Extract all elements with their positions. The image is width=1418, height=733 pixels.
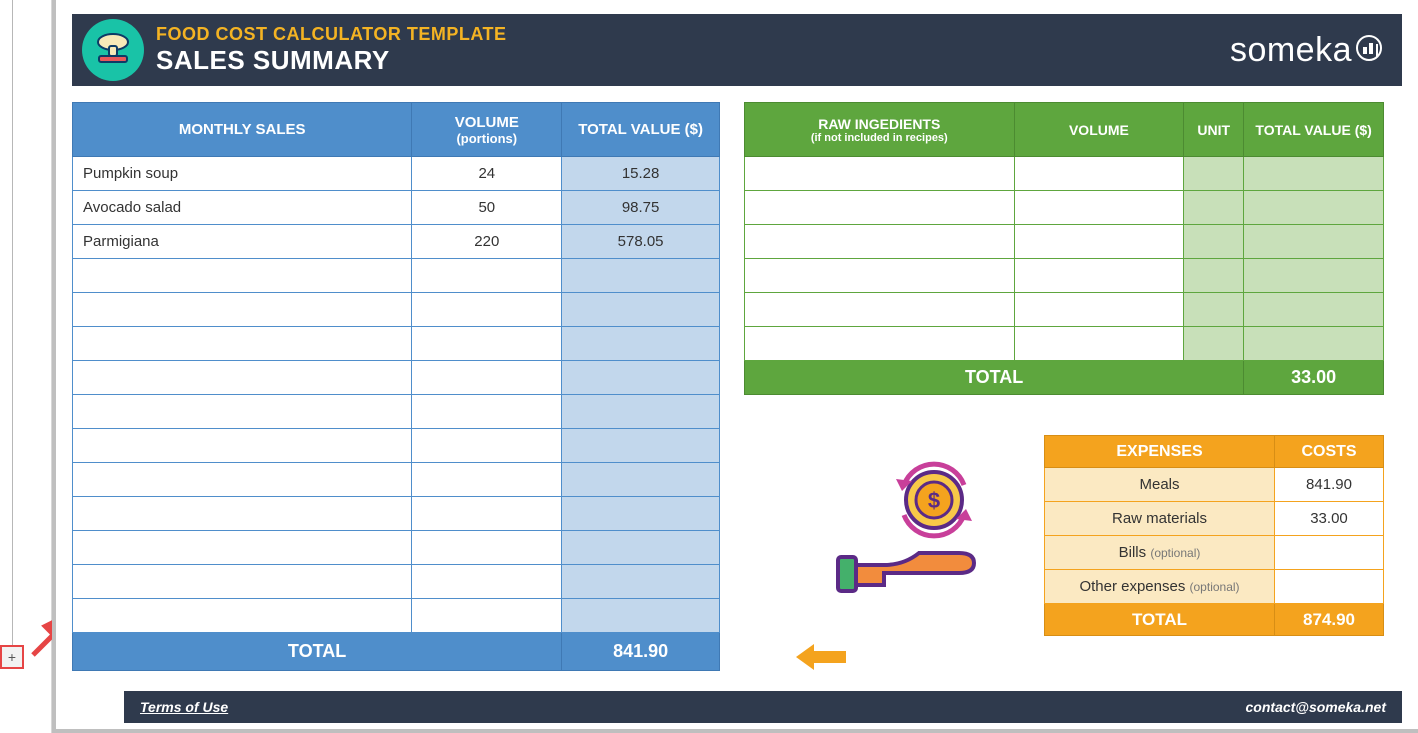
brand-chart-icon [1356,35,1382,61]
footer-bar: Terms of Use contact@someka.net [124,691,1402,723]
worksheet-area: FOOD COST CALCULATOR TEMPLATE SALES SUMM… [52,0,1418,733]
exp-label-cell: Meals [1045,468,1275,502]
table-row[interactable] [73,497,720,531]
outline-gutter [0,0,52,733]
ms-total-value: 841.90 [562,633,720,671]
ms-vol-cell[interactable]: 220 [412,225,562,259]
money-hand-icon: $ [824,445,1024,595]
table-row[interactable]: Bills (optional) [1045,536,1384,570]
table-row[interactable] [745,259,1384,293]
exp-header-expenses: EXPENSES [1045,436,1275,468]
table-row[interactable] [745,327,1384,361]
table-row[interactable]: Pumpkin soup 24 15.28 [73,157,720,191]
exp-total-label: TOTAL [1045,604,1275,636]
title-bar: FOOD COST CALCULATOR TEMPLATE SALES SUMM… [72,14,1402,86]
table-row[interactable]: Meals 841.90 [1045,468,1384,502]
page-subtitle: SALES SUMMARY [156,45,506,76]
table-row[interactable] [73,293,720,327]
contact-text: contact@someka.net [1246,699,1386,715]
ms-header-volume: VOLUME (portions) [412,103,562,157]
table-row[interactable] [73,565,720,599]
ri-header-unit: UNIT [1184,103,1244,157]
ms-vol-cell[interactable]: 24 [412,157,562,191]
exp-cost-cell[interactable] [1275,570,1384,604]
table-row[interactable] [73,599,720,633]
exp-cost-cell[interactable] [1275,536,1384,570]
ms-vol-cell[interactable]: 50 [412,191,562,225]
table-row[interactable] [73,327,720,361]
template-title: FOOD COST CALCULATOR TEMPLATE [156,24,506,45]
terms-link[interactable]: Terms of Use [140,699,228,715]
table-row[interactable]: Avocado salad 50 98.75 [73,191,720,225]
exp-cost-cell[interactable]: 33.00 [1275,502,1384,536]
ri-total-row: TOTAL 33.00 [745,361,1384,395]
exp-label-cell: Bills (optional) [1045,536,1275,570]
table-row[interactable]: Other expenses (optional) [1045,570,1384,604]
ri-header-total: TOTAL VALUE ($) [1244,103,1384,157]
table-row[interactable] [73,463,720,497]
ri-header-name: RAW INGEDIENTS (if not included in recip… [745,103,1015,157]
exp-total-row: TOTAL 874.90 [1045,604,1384,636]
table-row[interactable] [745,191,1384,225]
table-row[interactable] [745,157,1384,191]
table-row[interactable] [745,293,1384,327]
outline-line [12,0,13,663]
ms-header-total: TOTAL VALUE ($) [562,103,720,157]
ms-name-cell[interactable]: Pumpkin soup [73,157,412,191]
table-row[interactable] [73,429,720,463]
exp-cost-cell[interactable]: 841.90 [1275,468,1384,502]
table-row[interactable] [73,531,720,565]
exp-label-cell: Other expenses (optional) [1045,570,1275,604]
monthly-sales-table[interactable]: MONTHLY SALES VOLUME (portions) TOTAL VA… [72,102,720,671]
ri-total-value: 33.00 [1244,361,1384,395]
table-row[interactable] [73,395,720,429]
ms-name-cell[interactable]: Avocado salad [73,191,412,225]
ms-total-label: TOTAL [73,633,562,671]
table-row[interactable] [73,361,720,395]
yellow-arrow-icon [796,642,846,672]
ms-value-cell: 15.28 [562,157,720,191]
exp-total-value: 874.90 [1275,604,1384,636]
ri-total-label: TOTAL [745,361,1244,395]
table-row[interactable] [73,259,720,293]
brand-logo: someka [1230,14,1382,86]
raw-ingredients-table[interactable]: RAW INGEDIENTS (if not included in recip… [744,102,1384,395]
exp-label-cell: Raw materials [1045,502,1275,536]
expenses-table[interactable]: EXPENSES COSTS Meals 841.90 [1044,435,1384,636]
ms-header-sales: MONTHLY SALES [73,103,412,157]
ms-value-cell: 578.05 [562,225,720,259]
ms-value-cell: 98.75 [562,191,720,225]
exp-header-costs: COSTS [1275,436,1384,468]
outline-expand-button[interactable]: + [0,645,24,669]
svg-text:$: $ [928,488,940,513]
table-row[interactable]: Raw materials 33.00 [1045,502,1384,536]
ri-header-volume: VOLUME [1014,103,1184,157]
table-row[interactable]: Parmigiana 220 578.05 [73,225,720,259]
ms-total-row: TOTAL 841.90 [73,633,720,671]
ms-name-cell[interactable]: Parmigiana [73,225,412,259]
app-logo-icon [82,19,144,81]
table-row[interactable] [745,225,1384,259]
